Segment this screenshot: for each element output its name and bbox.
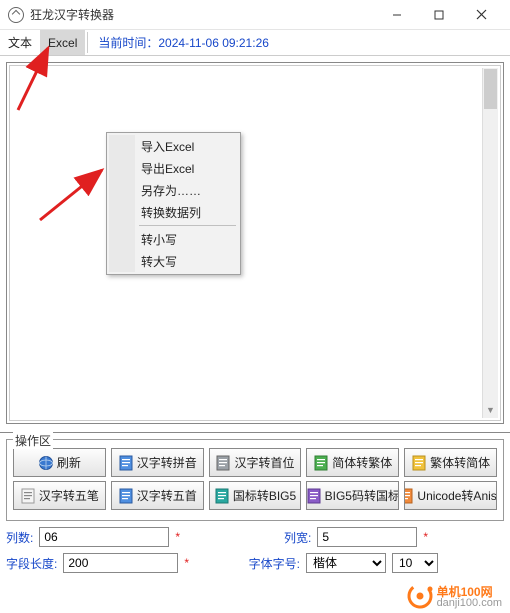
time-value: 2024-11-06 09:21:26 bbox=[158, 36, 269, 50]
traditional-to-simplified-button[interactable]: 繁体转简体 bbox=[404, 448, 497, 477]
scroll-down-icon[interactable]: ▼ bbox=[483, 402, 498, 418]
menu-separator bbox=[87, 32, 88, 53]
operation-group: 操作区 刷新 汉字转拼音 汉字转首位 简体转繁体 繁体转简体 汉字转五笔 汉字转… bbox=[6, 439, 504, 521]
simplified-to-traditional-button[interactable]: 简体转繁体 bbox=[306, 448, 399, 477]
button-label: Unicode转Anisc bbox=[417, 487, 497, 504]
cols-input[interactable] bbox=[39, 527, 169, 547]
doc-yellow-icon bbox=[411, 455, 427, 471]
hanzi-to-pinyin-button[interactable]: 汉字转拼音 bbox=[111, 448, 204, 477]
button-label: BIG5码转国标 bbox=[325, 487, 400, 504]
gb-to-big5-button[interactable]: 国标转BIG5 bbox=[209, 481, 302, 510]
doc-green-icon bbox=[313, 455, 329, 471]
doc-white-icon bbox=[20, 488, 36, 504]
app-icon bbox=[8, 7, 24, 23]
required-star: * bbox=[175, 530, 180, 544]
ctx-import-excel[interactable]: 导入Excel bbox=[109, 135, 238, 157]
required-star: * bbox=[423, 530, 428, 544]
form-row-1: 列数: * 列宽: * bbox=[6, 527, 504, 547]
button-row-1: 刷新 汉字转拼音 汉字转首位 简体转繁体 繁体转简体 bbox=[13, 448, 497, 477]
globe-icon bbox=[38, 455, 54, 471]
menubar: 文本 Excel 当前时间：2024-11-06 09:21:26 bbox=[0, 30, 510, 56]
text-area[interactable]: ▲ ▼ bbox=[9, 65, 501, 421]
width-label: 列宽: bbox=[284, 529, 311, 546]
refresh-button[interactable]: 刷新 bbox=[13, 448, 106, 477]
titlebar: 狂龙汉字转换器 bbox=[0, 0, 510, 30]
fieldlen-label: 字段长度: bbox=[6, 555, 57, 572]
doc-blue-icon bbox=[118, 488, 134, 504]
watermark-url: danji100.com bbox=[437, 597, 502, 609]
big5-to-gb-button[interactable]: BIG5码转国标 bbox=[306, 481, 399, 510]
ctx-to-lowercase[interactable]: 转小写 bbox=[109, 228, 238, 250]
main-area: ▲ ▼ bbox=[0, 56, 510, 430]
doc-purple-icon bbox=[306, 488, 321, 504]
ctx-to-uppercase[interactable]: 转大写 bbox=[109, 250, 238, 272]
context-menu-separator bbox=[139, 225, 236, 226]
form-row-2: 字段长度: * 字体字号: 楷体 10 bbox=[6, 553, 504, 573]
current-time-label: 当前时间：2024-11-06 09:21:26 bbox=[90, 30, 277, 55]
menu-excel[interactable]: Excel bbox=[40, 30, 85, 55]
doc-blue-icon bbox=[118, 455, 134, 471]
close-button[interactable] bbox=[460, 0, 502, 30]
button-label: 汉字转五笔 bbox=[39, 487, 99, 504]
button-label: 简体转繁体 bbox=[332, 454, 392, 471]
scroll-thumb[interactable] bbox=[484, 69, 497, 109]
window-title: 狂龙汉字转换器 bbox=[30, 6, 376, 23]
button-row-2: 汉字转五笔 汉字转五首 国标转BIG5 BIG5码转国标 Unicode转Ani… bbox=[13, 481, 497, 510]
button-label: 刷新 bbox=[57, 454, 81, 471]
minimize-button[interactable] bbox=[376, 0, 418, 30]
menu-text[interactable]: 文本 bbox=[0, 30, 40, 55]
watermark-logo-icon bbox=[407, 583, 433, 609]
button-label: 汉字转五首 bbox=[137, 487, 197, 504]
window-controls bbox=[376, 0, 502, 30]
required-star: * bbox=[184, 556, 189, 570]
unicode-to-ansi-button[interactable]: Unicode转Anisc bbox=[404, 481, 497, 510]
watermark: 单机100网 danji100.com bbox=[407, 583, 502, 609]
text-area-frame: ▲ ▼ bbox=[6, 62, 504, 424]
maximize-button[interactable] bbox=[418, 0, 460, 30]
button-label: 汉字转拼音 bbox=[137, 454, 197, 471]
ctx-save-as[interactable]: 另存为…… bbox=[109, 179, 238, 201]
width-input[interactable] bbox=[317, 527, 417, 547]
ctx-export-excel[interactable]: 导出Excel bbox=[109, 157, 238, 179]
doc-orange-icon bbox=[404, 488, 414, 504]
font-name-select[interactable]: 楷体 bbox=[306, 553, 386, 573]
font-label: 字体字号: bbox=[249, 555, 300, 572]
button-label: 繁体转简体 bbox=[430, 454, 490, 471]
operation-group-title: 操作区 bbox=[13, 432, 53, 449]
ctx-convert-column[interactable]: 转换数据列 bbox=[109, 201, 238, 223]
vertical-scrollbar[interactable]: ▲ ▼ bbox=[482, 68, 498, 418]
hanzi-to-initial-button[interactable]: 汉字转首位 bbox=[209, 448, 302, 477]
button-label: 国标转BIG5 bbox=[233, 487, 296, 504]
hanzi-to-wushou-button[interactable]: 汉字转五首 bbox=[111, 481, 204, 510]
fieldlen-input[interactable] bbox=[63, 553, 178, 573]
button-label: 汉字转首位 bbox=[234, 454, 294, 471]
context-menu: 导入Excel 导出Excel 另存为…… 转换数据列 转小写 转大写 bbox=[106, 132, 241, 275]
operation-panel: 操作区 刷新 汉字转拼音 汉字转首位 简体转繁体 繁体转简体 汉字转五笔 汉字转… bbox=[0, 432, 510, 573]
doc-teal-icon bbox=[214, 488, 230, 504]
doc-gray-icon bbox=[215, 455, 231, 471]
cols-label: 列数: bbox=[6, 529, 33, 546]
font-size-select[interactable]: 10 bbox=[392, 553, 438, 573]
hanzi-to-wubi-button[interactable]: 汉字转五笔 bbox=[13, 481, 106, 510]
time-prefix: 当前时间： bbox=[98, 34, 158, 51]
